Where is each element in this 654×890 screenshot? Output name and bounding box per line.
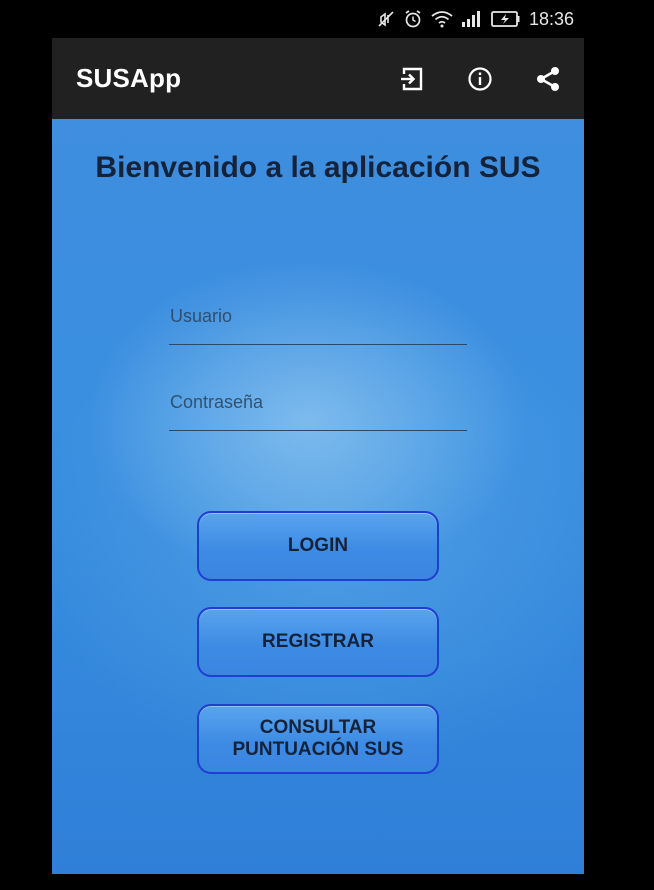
mute-icon: [377, 9, 395, 29]
login-button[interactable]: LOGIN: [197, 511, 439, 581]
app-toolbar: SUSApp: [52, 38, 584, 119]
consult-sus-score-button[interactable]: CONSULTAR PUNTUACIÓN SUS: [197, 704, 439, 774]
password-field-wrapper: [169, 375, 467, 431]
app-title: SUSApp: [76, 63, 182, 93]
status-time: 18:36: [528, 8, 574, 29]
username-input[interactable]: [169, 289, 467, 345]
wifi-icon: [431, 9, 453, 29]
share-icon[interactable]: [532, 63, 564, 95]
toolbar-actions: [396, 38, 564, 119]
login-screen: Bienvenido a la aplicación SUS LOGIN REG…: [52, 119, 584, 874]
status-bar: 18:36: [52, 0, 584, 38]
battery-charging-icon: [491, 9, 521, 29]
info-icon[interactable]: [464, 63, 496, 95]
welcome-title: Bienvenido a la aplicación SUS: [95, 151, 541, 184]
signal-icon: [461, 9, 483, 29]
register-button[interactable]: REGISTRAR: [197, 607, 439, 677]
logout-icon[interactable]: [396, 63, 428, 95]
username-field-wrapper: [169, 289, 467, 345]
password-input[interactable]: [169, 375, 467, 431]
alarm-icon: [403, 9, 423, 29]
phone-screen: 18:36 SUSApp Bienvenido a la aplicación …: [52, 0, 584, 874]
